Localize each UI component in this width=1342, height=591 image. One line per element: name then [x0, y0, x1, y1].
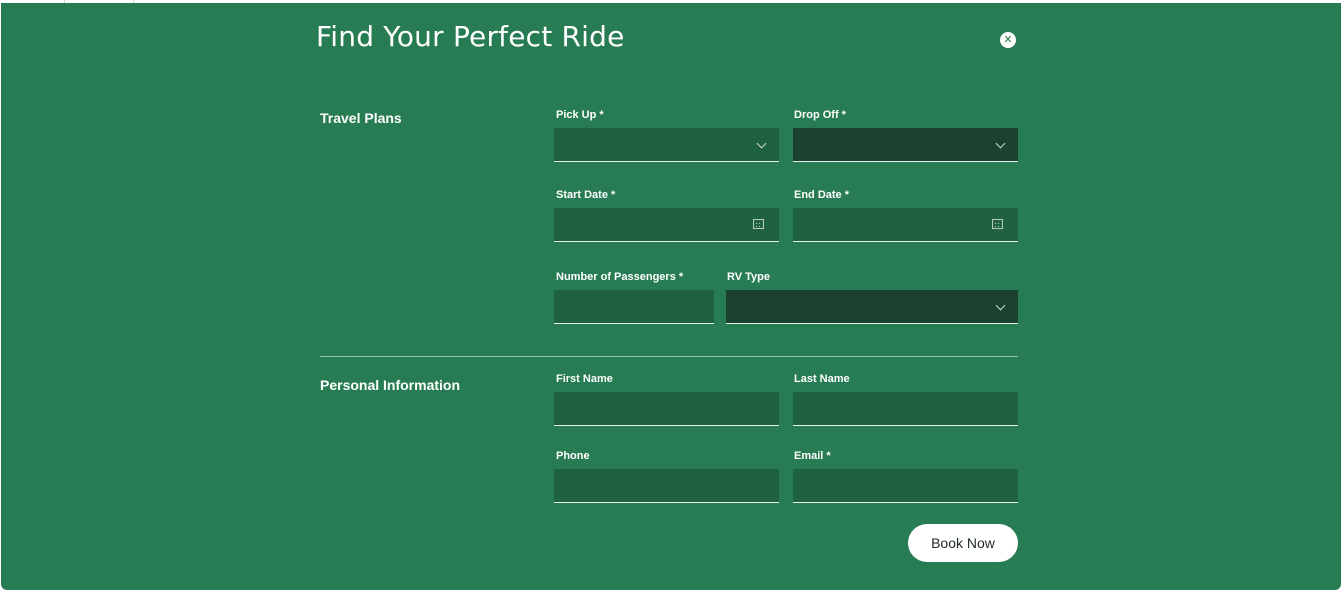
- personal-info-heading: Personal Information: [320, 377, 461, 393]
- start-date-label: Start Date *: [556, 189, 616, 201]
- phone-label: Phone: [556, 450, 590, 462]
- end-date-input[interactable]: [793, 208, 1018, 241]
- chevron-down-icon: [995, 138, 1006, 149]
- drop-off-select[interactable]: [793, 128, 1018, 162]
- book-now-button[interactable]: Book Now: [908, 524, 1018, 562]
- email-input[interactable]: [793, 469, 1018, 502]
- rv-type-select[interactable]: [726, 290, 1018, 324]
- section-divider: [320, 356, 1018, 357]
- email-field[interactable]: [793, 469, 1018, 503]
- rv-type-label: RV Type: [727, 271, 770, 283]
- close-icon[interactable]: ✕: [1000, 32, 1016, 48]
- calendar-icon[interactable]: [753, 219, 764, 229]
- last-name-label: Last Name: [794, 373, 850, 385]
- modal-title: Find Your Perfect Ride: [316, 20, 625, 53]
- first-name-input[interactable]: [554, 392, 779, 425]
- end-date-field[interactable]: [793, 208, 1018, 242]
- passengers-field[interactable]: [554, 290, 714, 324]
- passengers-label: Number of Passengers *: [556, 271, 684, 283]
- pick-up-select[interactable]: [554, 128, 779, 162]
- travel-plans-heading: Travel Plans: [320, 110, 402, 126]
- start-date-input[interactable]: [554, 208, 779, 241]
- passengers-input[interactable]: [554, 290, 714, 323]
- phone-field[interactable]: [554, 469, 779, 503]
- end-date-label: End Date *: [794, 189, 850, 201]
- phone-input[interactable]: [554, 469, 779, 502]
- start-date-field[interactable]: [554, 208, 779, 242]
- chevron-down-icon: [995, 300, 1006, 311]
- pick-up-label: Pick Up *: [556, 109, 604, 121]
- email-label: Email *: [794, 450, 831, 462]
- drop-off-label: Drop Off *: [794, 109, 846, 121]
- last-name-field[interactable]: [793, 392, 1018, 426]
- first-name-field[interactable]: [554, 392, 779, 426]
- chevron-down-icon: [756, 138, 767, 149]
- first-name-label: First Name: [556, 373, 613, 385]
- last-name-input[interactable]: [793, 392, 1018, 425]
- calendar-icon[interactable]: [992, 219, 1003, 229]
